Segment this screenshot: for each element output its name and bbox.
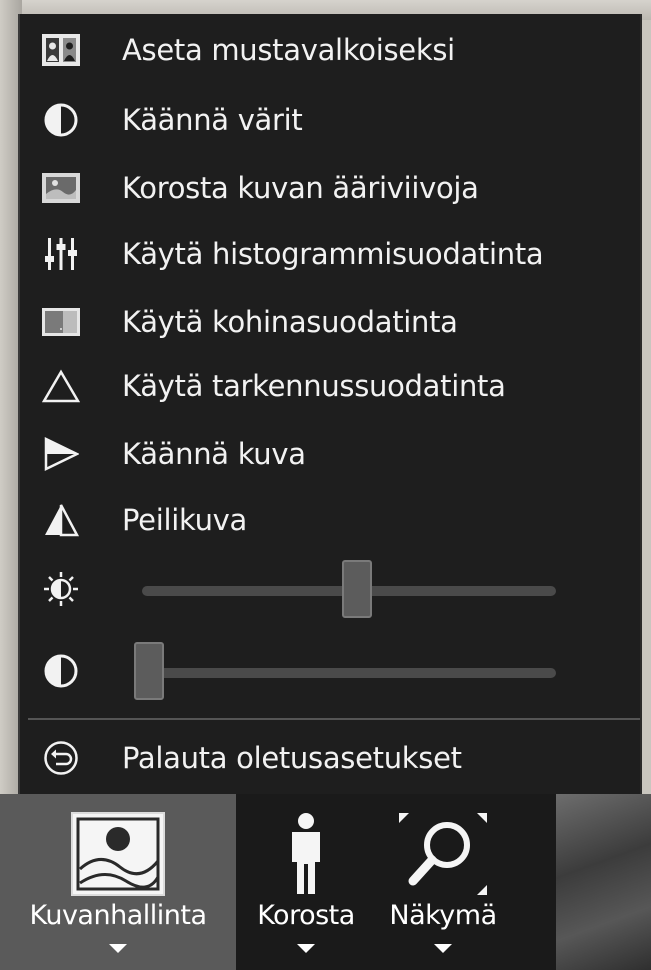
invert-colors-icon bbox=[40, 100, 82, 140]
menu-item-label: Korosta kuvan ääriviivoja bbox=[122, 171, 479, 205]
grayscale-icon bbox=[40, 30, 82, 70]
contrast-slider-track[interactable] bbox=[142, 668, 556, 678]
edge-enhance-icon bbox=[40, 168, 82, 208]
toolbar-button-label: Kuvanhallinta bbox=[29, 900, 207, 931]
toolbar-button-view[interactable]: Näkymä bbox=[376, 794, 510, 970]
menu-item-label: Käännä värit bbox=[122, 103, 303, 137]
menu-item-sharpen-filter[interactable]: Käytä tarkennussuodatinta bbox=[20, 360, 640, 412]
mirror-image-icon bbox=[40, 500, 82, 540]
noise-filter-icon bbox=[40, 302, 82, 342]
contrast-icon bbox=[40, 650, 82, 692]
reset-defaults-label: Palauta oletusasetukset bbox=[122, 741, 462, 775]
toolbar-button-image-control[interactable]: Kuvanhallinta bbox=[0, 794, 236, 970]
menu-item-label: Käytä histogrammisuodatinta bbox=[122, 237, 544, 271]
histogram-sliders-icon bbox=[40, 234, 82, 274]
image-control-menu: Aseta mustavalkoiseksi Käännä värit Koro… bbox=[18, 14, 642, 794]
brightness-icon bbox=[40, 568, 82, 610]
rotate-image-icon bbox=[40, 434, 82, 474]
menu-item-mirror-image[interactable]: Peilikuva bbox=[20, 494, 640, 546]
toolbar-button-label: Korosta bbox=[257, 900, 355, 931]
menu-item-grayscale[interactable]: Aseta mustavalkoiseksi bbox=[20, 24, 640, 76]
background-image-preview bbox=[556, 794, 651, 970]
reset-defaults-button[interactable]: Palauta oletusasetukset bbox=[20, 732, 640, 784]
dropdown-caret-icon bbox=[434, 944, 452, 953]
dropdown-caret-icon bbox=[109, 944, 127, 953]
contrast-slider-handle[interactable] bbox=[134, 642, 164, 700]
zoom-view-icon bbox=[376, 804, 510, 904]
sharpen-triangle-icon bbox=[40, 366, 82, 406]
toolbar-button-highlight[interactable]: Korosta bbox=[236, 794, 376, 970]
bottom-toolbar: Kuvanhallinta Korosta Näkymä bbox=[0, 794, 651, 970]
menu-item-noise-filter[interactable]: Käytä kohinasuodatinta bbox=[20, 296, 640, 348]
menu-item-label: Käytä kohinasuodatinta bbox=[122, 305, 458, 339]
brightness-slider[interactable] bbox=[20, 554, 640, 624]
menu-item-label: Aseta mustavalkoiseksi bbox=[122, 33, 455, 67]
person-icon bbox=[236, 804, 376, 904]
contrast-slider[interactable] bbox=[20, 636, 640, 706]
dropdown-caret-icon bbox=[297, 944, 315, 953]
toolbar-button-label: Näkymä bbox=[389, 900, 497, 931]
menu-item-edge-enhance[interactable]: Korosta kuvan ääriviivoja bbox=[20, 162, 640, 214]
menu-item-label: Käännä kuva bbox=[122, 437, 306, 471]
menu-item-label: Peilikuva bbox=[122, 503, 247, 537]
brightness-slider-handle[interactable] bbox=[342, 560, 372, 618]
menu-divider bbox=[28, 718, 640, 720]
image-control-icon bbox=[0, 804, 236, 904]
menu-item-histogram-filter[interactable]: Käytä histogrammisuodatinta bbox=[20, 228, 640, 280]
menu-item-rotate-image[interactable]: Käännä kuva bbox=[20, 428, 640, 480]
undo-circle-icon bbox=[40, 738, 82, 778]
menu-item-invert-colors[interactable]: Käännä värit bbox=[20, 94, 640, 146]
menu-item-label: Käytä tarkennussuodatinta bbox=[122, 369, 506, 403]
